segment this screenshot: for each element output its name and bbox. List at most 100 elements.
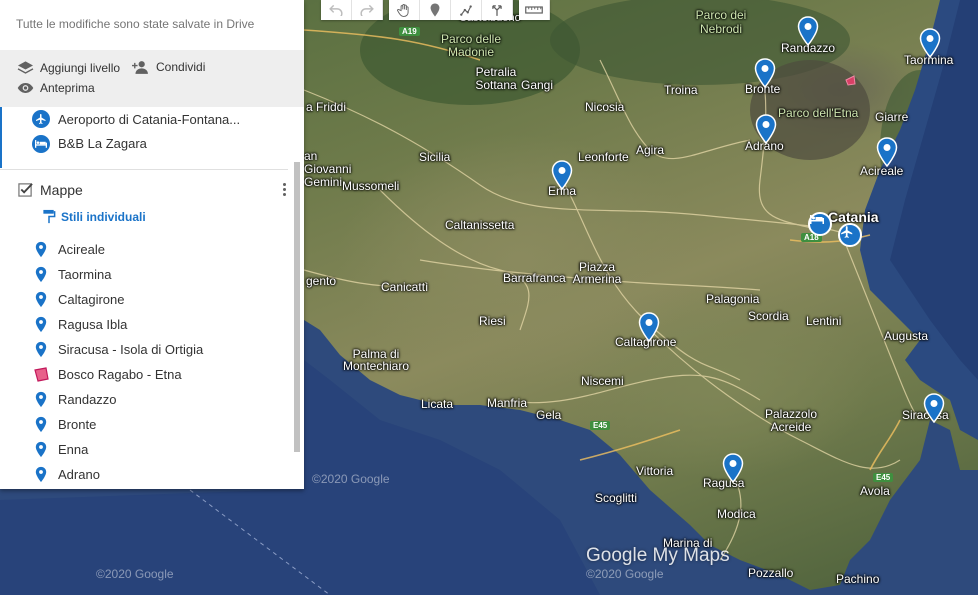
list-item[interactable]: Caltagirone [35, 287, 288, 312]
place-label: Lentini [806, 314, 842, 328]
add-layer-button[interactable]: Aggiungi livello [17, 60, 120, 75]
list-item[interactable]: B&B La Zagara [30, 131, 288, 156]
map-marker-airport[interactable] [838, 223, 862, 247]
place-label: Riesi [479, 314, 506, 328]
add-marker-icon [430, 3, 440, 17]
place-label: Gangi [521, 78, 554, 92]
paint-roller-icon [43, 209, 56, 224]
layer-title[interactable]: Mappe [40, 182, 83, 198]
list-item-label: Bosco Ragabo - Etna [58, 367, 182, 382]
place-label: Gela [536, 408, 562, 422]
preview-label: Anteprima [40, 81, 95, 95]
list-item-label: Ragusa Ibla [58, 317, 128, 332]
list-item[interactable]: Aeroporto di Catania-Fontana... [30, 107, 288, 131]
add-marker-button[interactable] [420, 0, 451, 20]
map-pin-taormina[interactable] [919, 28, 941, 58]
place-label: gento [306, 274, 337, 288]
map-pin-acireale[interactable] [876, 137, 898, 167]
pan-tool-button[interactable] [389, 0, 420, 20]
share-button[interactable]: Condividi [132, 60, 205, 74]
list-item[interactable]: Ragusa Ibla [35, 312, 288, 337]
place-label: Licata [421, 397, 454, 411]
measure-button[interactable] [519, 0, 550, 20]
list-item-label: Randazzo [58, 392, 117, 407]
list-item-label: Acireale [58, 242, 105, 257]
map-pin-enna[interactable] [551, 160, 573, 190]
individual-styles-label: Stili individuali [61, 209, 146, 224]
place-label: Vittoria [636, 464, 674, 478]
map-pin-adrano[interactable] [755, 114, 777, 144]
map-pin-siracusa[interactable] [923, 393, 945, 423]
place-label: Troina [664, 83, 698, 97]
layer-visibility-checkbox[interactable] [18, 182, 33, 197]
place-label: Piazza Armerina [572, 260, 622, 286]
list-item[interactable]: Bosco Ragabo - Etna [34, 362, 288, 387]
map-pin-icon [35, 391, 47, 408]
add-layer-label: Aggiungi livello [40, 60, 121, 75]
directions-icon [492, 5, 502, 16]
panel-header: Tutte le modifiche sono state salvate in… [0, 0, 304, 50]
map-pin-randazzo[interactable] [797, 16, 819, 46]
park-label: Parco dell'Etna [778, 106, 859, 120]
share-label: Condividi [156, 60, 206, 74]
copyright-text: ©2020 Google [312, 472, 390, 486]
map-pin-icon [35, 316, 47, 333]
map-pin-icon [35, 291, 47, 308]
map-pin-ragusa[interactable] [722, 453, 744, 483]
airplane-icon [841, 226, 853, 238]
preview-button[interactable]: Anteprima [17, 81, 95, 95]
list-item-label: Siracusa - Isola di Ortigia [58, 342, 204, 357]
list-item[interactable]: Taormina [35, 262, 288, 287]
place-label: Sicilia [419, 150, 451, 164]
place-label: Giarre [875, 110, 909, 124]
list-item[interactable]: Acireale [35, 237, 288, 262]
place-label: Manfria [487, 396, 528, 410]
save-status: Tutte le modifiche sono state salvate in… [16, 17, 255, 31]
list-item[interactable]: Bronte [35, 412, 288, 437]
copyright-text: ©2020 Google [586, 567, 664, 581]
map-pin-caltagirone[interactable] [638, 312, 660, 342]
place-label: Scoglitti [595, 491, 638, 505]
list-item[interactable]: Randazzo [35, 387, 288, 412]
undo-button[interactable] [321, 0, 352, 20]
place-label: Pachino [836, 572, 880, 586]
copyright-text: ©2020 Google [96, 567, 174, 581]
place-label: Mussomeli [342, 179, 400, 193]
add-person-icon [132, 61, 148, 74]
park-label: Parco dei Nebrodi [695, 8, 747, 36]
directions-button[interactable] [482, 0, 513, 20]
airplane-icon [32, 110, 50, 128]
layers-icon [17, 61, 34, 74]
map-pin-bronte[interactable] [754, 58, 776, 88]
place-label: Augusta [884, 329, 929, 343]
place-label: Agira [636, 143, 665, 157]
place-label: Canicattì [381, 280, 429, 294]
list-item[interactable]: Enna [35, 437, 288, 462]
layer-header: Mappe [18, 181, 290, 198]
place-label: Niscemi [581, 374, 624, 388]
list-item-label: B&B La Zagara [58, 136, 147, 151]
panel-scrollbar[interactable] [294, 162, 300, 452]
park-label: Parco delle Madonie [440, 32, 502, 59]
map-marker-bnb[interactable] [808, 212, 832, 236]
list-item[interactable]: Adrano [35, 462, 288, 487]
place-label: Avola [860, 484, 890, 498]
list-item-label: Enna [58, 442, 89, 457]
list-item-label: Taormina [58, 267, 112, 282]
layer-options-icon[interactable] [279, 181, 290, 198]
redo-button[interactable] [352, 0, 383, 20]
hotel-bed-icon [810, 215, 824, 224]
undo-icon [329, 4, 343, 16]
draw-line-icon [460, 5, 472, 16]
map-pin-icon [35, 341, 47, 358]
place-label: Nicosia [585, 100, 625, 114]
previous-layer-items: Aeroporto di Catania-Fontana... B&B La Z… [32, 107, 288, 156]
redo-icon [360, 4, 374, 16]
draw-line-button[interactable] [451, 0, 482, 20]
polygon-icon [34, 366, 49, 382]
place-label: Leonforte [578, 150, 629, 164]
list-item-label: Aeroporto di Catania-Fontana... [58, 111, 241, 127]
google-my-maps-logo: Google My Maps [586, 545, 730, 566]
list-item[interactable]: Siracusa - Isola di Ortigia [35, 337, 288, 362]
individual-styles-link[interactable]: Stili individuali [42, 209, 146, 224]
